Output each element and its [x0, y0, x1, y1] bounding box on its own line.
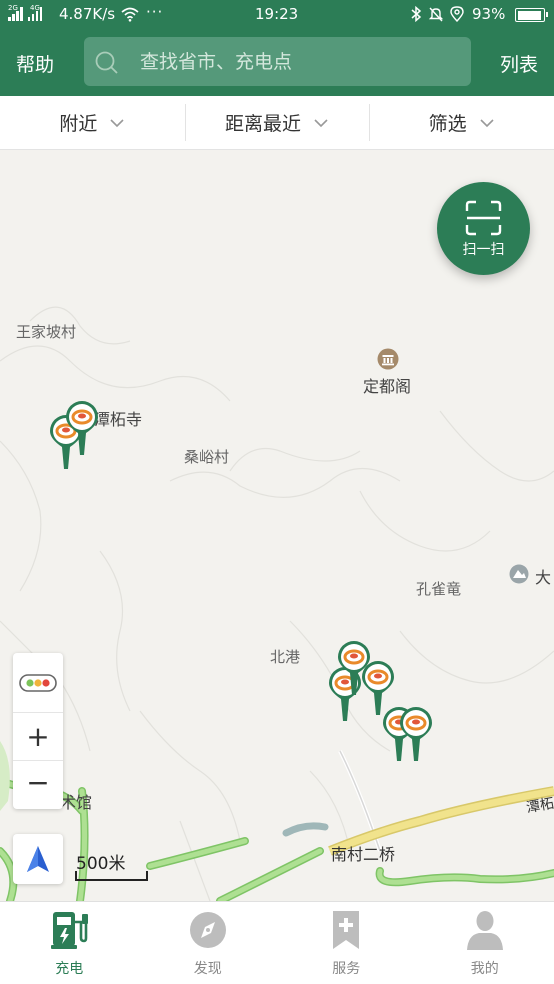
scan-label: 扫一扫	[462, 242, 505, 258]
map-controls: + −	[13, 653, 63, 809]
battery-percent: 93%	[472, 5, 506, 23]
place-label-shuguan: 术馆	[60, 793, 93, 812]
bluetooth-icon	[411, 6, 422, 22]
sim2-label: 4G	[30, 4, 40, 12]
mountain-icon	[509, 564, 529, 584]
traffic-light-icon	[19, 674, 57, 692]
filter-nearby-label: 附近	[59, 113, 98, 135]
scale-bar	[75, 871, 148, 881]
place-label-nancun: 南村二桥	[331, 845, 396, 864]
sim1-label: 2G	[8, 4, 18, 12]
more-dots: ···	[146, 3, 164, 21]
network-speed: 4.87K/s	[59, 5, 116, 23]
place-label-beigang: 北港	[270, 648, 301, 666]
scan-icon	[465, 200, 502, 236]
place-label-tanzhesi: 潭柘寺	[94, 410, 143, 429]
place-label-dingduge: 定都阁	[363, 377, 412, 396]
navigation-arrow-icon	[27, 846, 49, 872]
place-label-da: 大	[535, 568, 552, 587]
temple-icon	[377, 348, 399, 370]
chevron-down-icon	[480, 118, 494, 127]
tab-discover[interactable]: 发现	[139, 902, 278, 984]
tab-charging-label: 充电	[55, 961, 84, 977]
mute-bell-icon	[428, 7, 444, 22]
signal-icon: 2G 4G	[8, 4, 42, 21]
tab-services-label: 服务	[332, 961, 361, 977]
compass-icon	[189, 912, 226, 948]
location-icon	[450, 6, 464, 22]
traffic-toggle[interactable]	[13, 653, 63, 713]
place-label-kongque: 孔雀竜	[416, 580, 462, 598]
bottom-tab-bar: 充电 发现 服务 我的	[0, 901, 554, 984]
app-header: 帮助 列表	[0, 30, 554, 96]
filter-nearby[interactable]: 附近	[0, 96, 185, 149]
tab-mine-label: 我的	[470, 961, 499, 977]
chevron-down-icon	[110, 118, 124, 127]
scan-button[interactable]: 扫一扫	[437, 182, 530, 275]
place-label-wangjiapo: 王家坡村	[16, 323, 77, 341]
status-bar: 2G 4G 4.87K/s ··· 19:23 93%	[0, 0, 554, 30]
tab-discover-label: 发现	[193, 961, 222, 977]
filter-screen-label: 筛选	[428, 113, 467, 135]
wifi-icon	[121, 7, 139, 22]
search-input[interactable]	[140, 37, 460, 86]
tab-charging[interactable]: 充电	[0, 902, 139, 984]
tab-mine[interactable]: 我的	[416, 902, 554, 984]
filter-distance[interactable]: 距离最近	[184, 96, 370, 149]
charging-station-icon	[51, 912, 89, 949]
map-scale: 500米	[75, 849, 150, 883]
user-icon	[466, 911, 503, 950]
clock: 19:23	[255, 5, 299, 23]
charging-pin[interactable]	[398, 705, 434, 765]
search-box[interactable]	[84, 37, 471, 86]
bookmark-plus-icon	[333, 911, 360, 949]
zoom-out-button[interactable]: −	[13, 761, 63, 809]
filter-screen[interactable]: 筛选	[369, 96, 554, 149]
help-button[interactable]: 帮助	[16, 50, 54, 77]
battery-icon	[515, 8, 548, 22]
tab-services[interactable]: 服务	[277, 902, 416, 984]
zoom-in-button[interactable]: +	[13, 713, 63, 761]
filter-bar: 附近 距离最近 筛选	[0, 96, 554, 150]
search-icon	[95, 51, 118, 74]
map-view[interactable]: 王家坡村 潭柘寺 定都阁 桑峪村 孔雀竜 大 北港 术馆 南村二桥 潭柘 扫一扫…	[0, 151, 554, 901]
charging-pin[interactable]	[64, 399, 100, 459]
filter-distance-label: 距离最近	[225, 113, 302, 135]
list-button[interactable]: 列表	[500, 50, 538, 77]
chevron-down-icon	[314, 118, 328, 127]
place-label-sangyu: 桑峪村	[184, 448, 230, 466]
locate-button[interactable]	[13, 834, 63, 884]
